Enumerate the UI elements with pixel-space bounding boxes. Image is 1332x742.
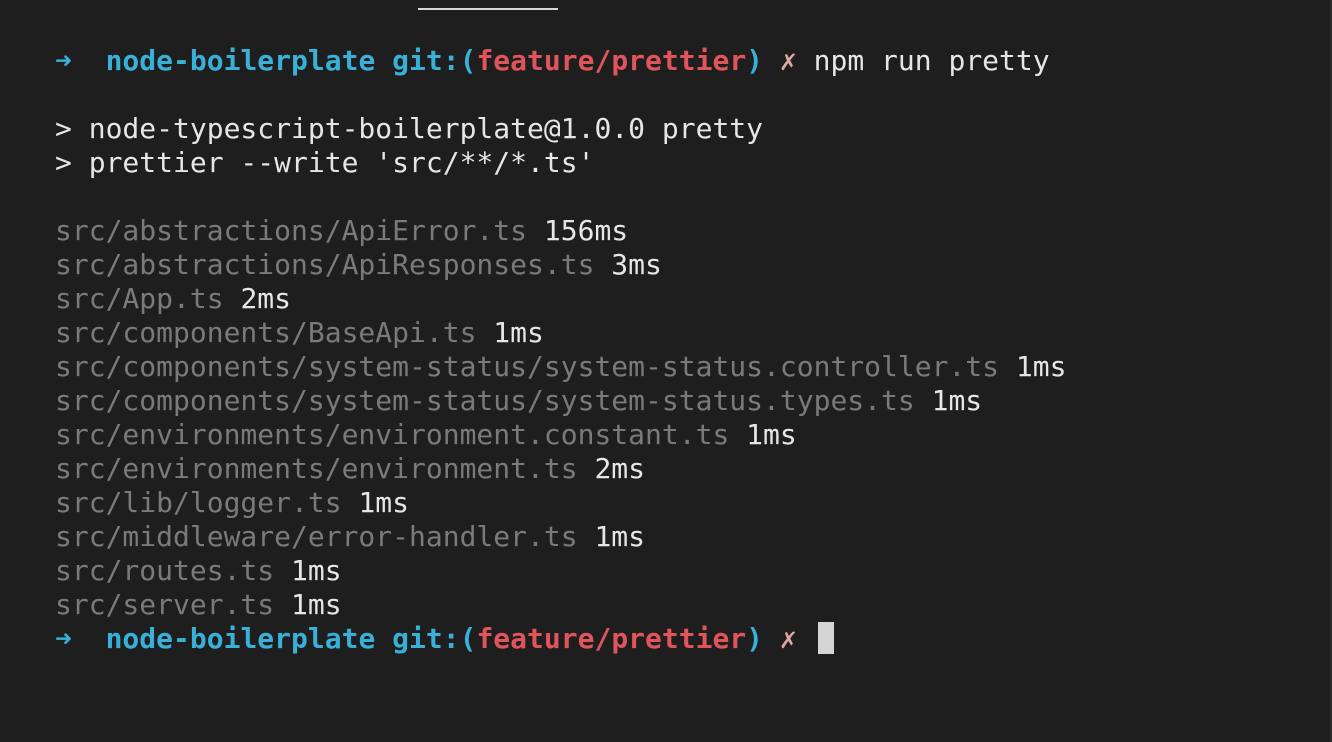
file-time: 156ms: [543, 214, 629, 247]
file-path: src/middleware/error-handler.ts: [55, 520, 578, 553]
file-time: 1ms: [291, 588, 342, 621]
file-list-item: src/abstractions/ApiResponses.ts 3ms: [55, 248, 662, 282]
npm-output-line: > node-typescript-boilerplate@1.0.0 pret…: [55, 112, 764, 145]
file-path: src/App.ts: [55, 282, 224, 315]
file-list-item: src/server.ts 1ms: [55, 588, 342, 622]
prompt-git-open: git:(: [392, 622, 477, 655]
prompt-branch: feature/prettier: [476, 622, 747, 655]
file-path: src/components/BaseApi.ts: [55, 316, 477, 349]
prompt-line-1: ➜ node-boilerplate git:(feature/prettier…: [55, 44, 1050, 78]
prompt-cwd: node-boilerplate: [105, 44, 376, 77]
file-list-item: src/environments/environment.constant.ts…: [55, 418, 797, 452]
file-time: 3ms: [611, 248, 662, 281]
file-path: src/abstractions/ApiError.ts: [55, 214, 528, 247]
file-list-item: src/components/system-status/system-stat…: [55, 350, 1066, 384]
npm-output-line: > prettier --write 'src/**/*.ts': [55, 146, 595, 179]
file-path: src/components/system-status/system-stat…: [55, 384, 915, 417]
prompt-line-2[interactable]: ➜ node-boilerplate git:(feature/prettier…: [55, 622, 834, 656]
file-list-item: src/App.ts 2ms: [55, 282, 291, 316]
prompt-arrow-icon: ➜: [55, 622, 72, 655]
active-tab-indicator: [418, 8, 558, 10]
file-path: src/environments/environment.constant.ts: [55, 418, 730, 451]
file-path: src/lib/logger.ts: [55, 486, 342, 519]
file-time: 1ms: [594, 520, 646, 553]
file-list-item: src/middleware/error-handler.ts 1ms: [55, 520, 645, 554]
file-path: src/server.ts: [55, 588, 275, 621]
file-list-item: src/components/system-status/system-stat…: [55, 384, 982, 418]
file-time: 1ms: [931, 384, 983, 417]
prompt-cwd: node-boilerplate: [105, 622, 376, 655]
text-cursor[interactable]: [817, 622, 834, 654]
file-time: 1ms: [358, 486, 410, 519]
file-list-item: src/abstractions/ApiError.ts 156ms: [55, 214, 628, 248]
file-time: 2ms: [594, 452, 646, 485]
prompt-git-close: ): [746, 44, 764, 77]
terminal-window[interactable]: ➜ node-boilerplate git:(feature/prettier…: [0, 0, 1332, 742]
file-time: 1ms: [291, 554, 342, 587]
prompt-git-close: ): [746, 622, 764, 655]
file-path: src/routes.ts: [55, 554, 275, 587]
file-time: 1ms: [746, 418, 797, 451]
file-time: 1ms: [493, 316, 544, 349]
file-list-item: src/environments/environment.ts 2ms: [55, 452, 645, 486]
typed-command: npm run pretty: [813, 44, 1050, 77]
file-time: 1ms: [1015, 350, 1067, 383]
file-path: src/components/system-status/system-stat…: [55, 350, 1000, 383]
file-list-item: src/routes.ts 1ms: [55, 554, 342, 588]
prompt-dirty-icon: ✗: [779, 44, 797, 77]
prompt-dirty-icon: ✗: [779, 622, 797, 655]
file-time: 2ms: [240, 282, 292, 315]
file-path: src/environments/environment.ts: [55, 452, 578, 485]
file-path: src/abstractions/ApiResponses.ts: [55, 248, 595, 281]
file-list-item: src/components/BaseApi.ts 1ms: [55, 316, 544, 350]
prompt-git-open: git:(: [392, 44, 477, 77]
prompt-branch: feature/prettier: [476, 44, 747, 77]
prompt-arrow-icon: ➜: [55, 44, 72, 77]
file-list-item: src/lib/logger.ts 1ms: [55, 486, 409, 520]
